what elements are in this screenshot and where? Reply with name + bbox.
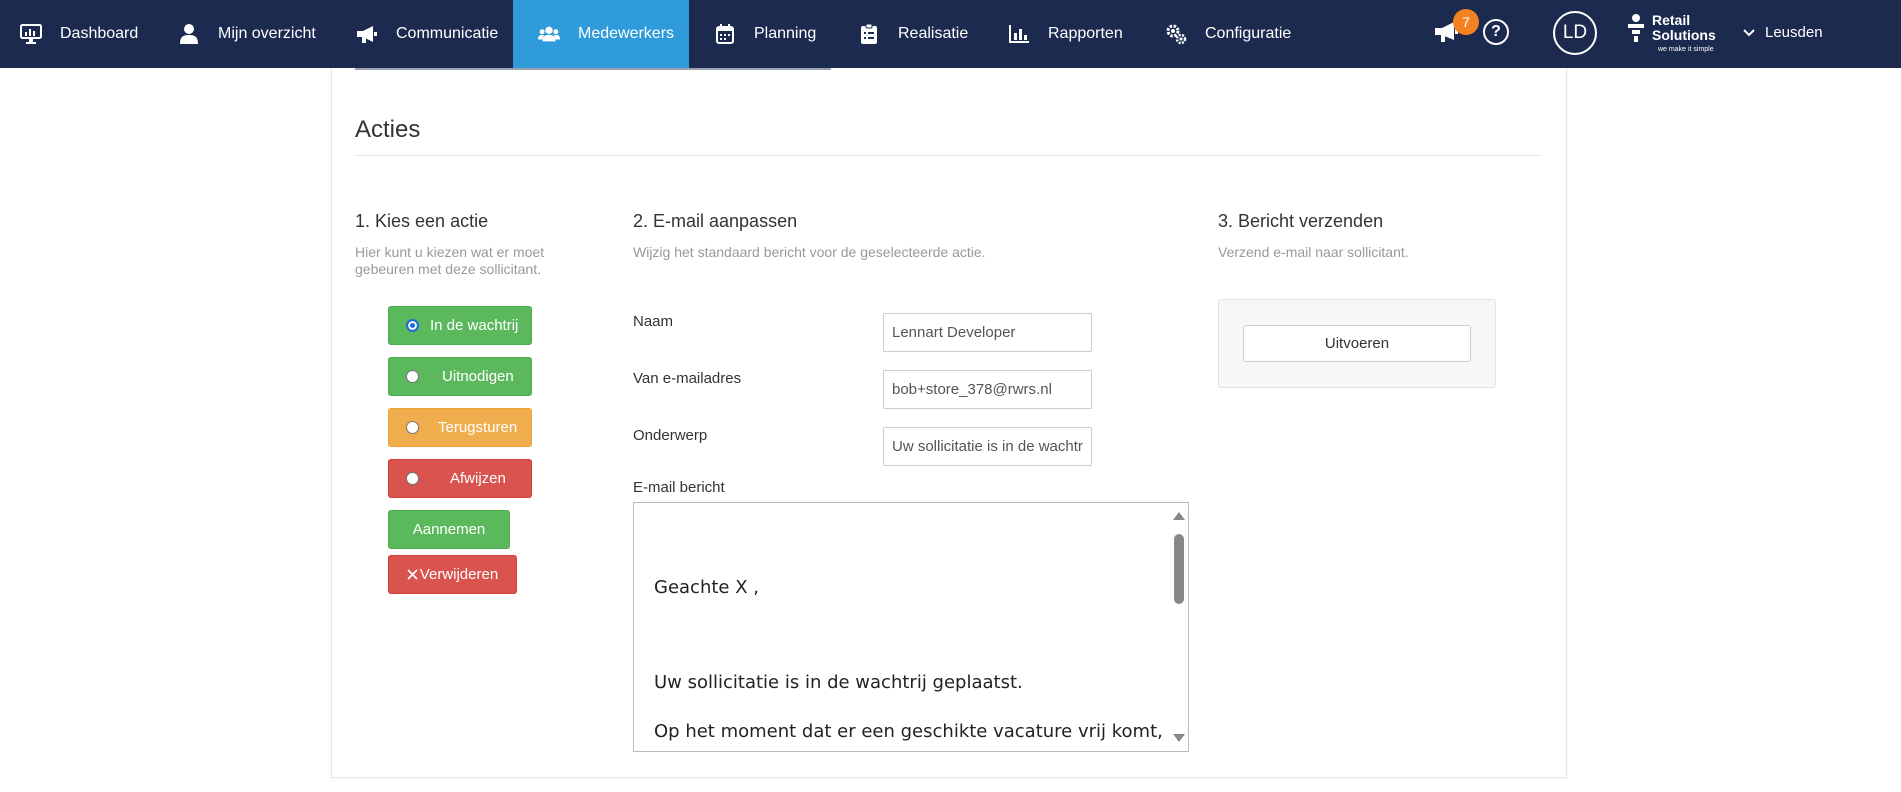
clipboard-icon bbox=[858, 23, 880, 45]
aannemen-label: Aannemen bbox=[412, 521, 486, 538]
logo-tagline: we make it simple bbox=[1658, 46, 1714, 53]
nav-item-planning[interactable]: Planning bbox=[714, 0, 816, 68]
email-message-editor[interactable]: Geachte X , Uw sollicitatie is in de wac… bbox=[633, 502, 1189, 752]
step1-desc-line2: gebeuren met deze sollicitant. bbox=[355, 261, 541, 277]
action-label: Uitnodigen bbox=[442, 368, 514, 385]
editor-scrollbar[interactable] bbox=[1170, 504, 1187, 750]
nav-item-rapporten[interactable]: Rapporten bbox=[1008, 0, 1123, 68]
onderwerp-label: Onderwerp bbox=[633, 427, 708, 444]
gears-icon bbox=[1165, 23, 1187, 45]
megaphone-icon bbox=[356, 23, 378, 45]
nav-item-realisatie[interactable]: Realisatie bbox=[858, 0, 968, 68]
tab-underline bbox=[355, 68, 831, 70]
message-greeting: Geachte X , bbox=[654, 577, 759, 598]
radio-afwijzen[interactable] bbox=[406, 472, 419, 485]
nav-label: Dashboard bbox=[60, 25, 139, 42]
nav-item-communicatie[interactable]: Communicatie bbox=[356, 0, 498, 68]
users-icon bbox=[538, 23, 560, 45]
action-label: Terugsturen bbox=[438, 419, 518, 436]
nav-label: Configuratie bbox=[1205, 25, 1292, 42]
nav-label: Communicatie bbox=[396, 25, 499, 42]
scrollbar-thumb[interactable] bbox=[1174, 534, 1184, 604]
step1-desc-line1: Hier kunt u kiezen wat er moet bbox=[355, 244, 545, 260]
action-afwijzen[interactable]: Afwijzen bbox=[388, 459, 532, 498]
action-terugsturen[interactable]: Terugsturen bbox=[388, 408, 532, 447]
nav-item-medewerkers[interactable]: Medewerkers bbox=[513, 0, 689, 68]
naam-label: Naam bbox=[633, 313, 674, 330]
retail-solutions-logo: Retail Solutions we make it simple bbox=[1628, 11, 1728, 57]
verwijderen-label: Verwijderen bbox=[419, 566, 499, 583]
step1-description: Hier kunt u kiezen wat er moet gebeuren … bbox=[355, 244, 544, 278]
help-icon[interactable]: ? bbox=[1483, 19, 1509, 45]
van-emailadres-field[interactable] bbox=[883, 370, 1092, 409]
radio-uitnodigen[interactable] bbox=[406, 370, 419, 383]
monitor-icon bbox=[20, 23, 42, 45]
section-title: Acties bbox=[355, 116, 421, 143]
close-icon bbox=[407, 569, 418, 580]
nav-label: Medewerkers bbox=[578, 25, 675, 42]
nav-item-mijn-overzicht[interactable]: Mijn overzicht bbox=[178, 0, 316, 68]
action-label: Afwijzen bbox=[450, 470, 506, 487]
uitvoeren-button[interactable]: Uitvoeren bbox=[1243, 325, 1471, 362]
logo-text-line1: Retail bbox=[1652, 12, 1691, 28]
user-icon bbox=[178, 23, 200, 45]
radio-terugsturen[interactable] bbox=[406, 421, 419, 434]
verwijderen-button[interactable]: Verwijderen bbox=[388, 555, 517, 594]
step3-title: 3. Bericht verzenden bbox=[1218, 211, 1384, 231]
send-panel: Uitvoeren bbox=[1218, 299, 1496, 388]
message-line: Op het moment dat er een geschikte vacat… bbox=[654, 721, 1163, 742]
action-uitnodigen[interactable]: Uitnodigen bbox=[388, 357, 532, 396]
nav-label: Realisatie bbox=[898, 25, 969, 42]
notification-count-badge[interactable]: 7 bbox=[1453, 9, 1479, 35]
step1-title: 1. Kies een actie bbox=[355, 211, 489, 231]
chevron-down-icon bbox=[1743, 28, 1755, 36]
top-navigation-bar: Dashboard Mijn overzicht Communicatie Me… bbox=[0, 0, 1901, 68]
scroll-up-arrow-icon[interactable] bbox=[1173, 512, 1185, 520]
nav-label: Planning bbox=[754, 25, 817, 42]
message-line: Uw sollicitatie is in de wachtrij geplaa… bbox=[654, 672, 1023, 693]
onderwerp-field[interactable] bbox=[883, 427, 1092, 466]
email-bericht-label: E-mail bericht bbox=[633, 479, 725, 496]
store-name: Leusden bbox=[1765, 24, 1823, 41]
step2-description: Wijzig het standaard bericht voor de ges… bbox=[633, 244, 986, 260]
scroll-down-arrow-icon[interactable] bbox=[1173, 734, 1185, 742]
naam-field[interactable] bbox=[883, 313, 1092, 352]
nav-label: Rapporten bbox=[1048, 25, 1123, 42]
nav-item-configuratie[interactable]: Configuratie bbox=[1165, 0, 1291, 68]
van-emailadres-label: Van e-mailadres bbox=[633, 370, 742, 387]
step2-title: 2. E-mail aanpassen bbox=[633, 211, 798, 231]
logo-mark-icon bbox=[1628, 14, 1644, 42]
nav-label: Mijn overzicht bbox=[218, 25, 316, 42]
action-in-de-wachtrij[interactable]: In de wachtrij bbox=[388, 306, 532, 345]
calendar-icon bbox=[714, 23, 736, 45]
aannemen-button[interactable]: Aannemen bbox=[388, 510, 510, 549]
radio-in-de-wachtrij[interactable] bbox=[406, 319, 419, 332]
bar-chart-icon bbox=[1008, 23, 1030, 45]
logo-text-line2: Solutions bbox=[1652, 27, 1716, 43]
step3-description: Verzend e-mail naar sollicitant. bbox=[1218, 244, 1409, 260]
nav-item-dashboard[interactable]: Dashboard bbox=[20, 0, 138, 68]
section-divider bbox=[355, 155, 1541, 156]
action-label: In de wachtrij bbox=[430, 317, 519, 334]
avatar[interactable]: LD bbox=[1553, 11, 1597, 55]
store-selector[interactable]: Leusden bbox=[1743, 24, 1823, 41]
